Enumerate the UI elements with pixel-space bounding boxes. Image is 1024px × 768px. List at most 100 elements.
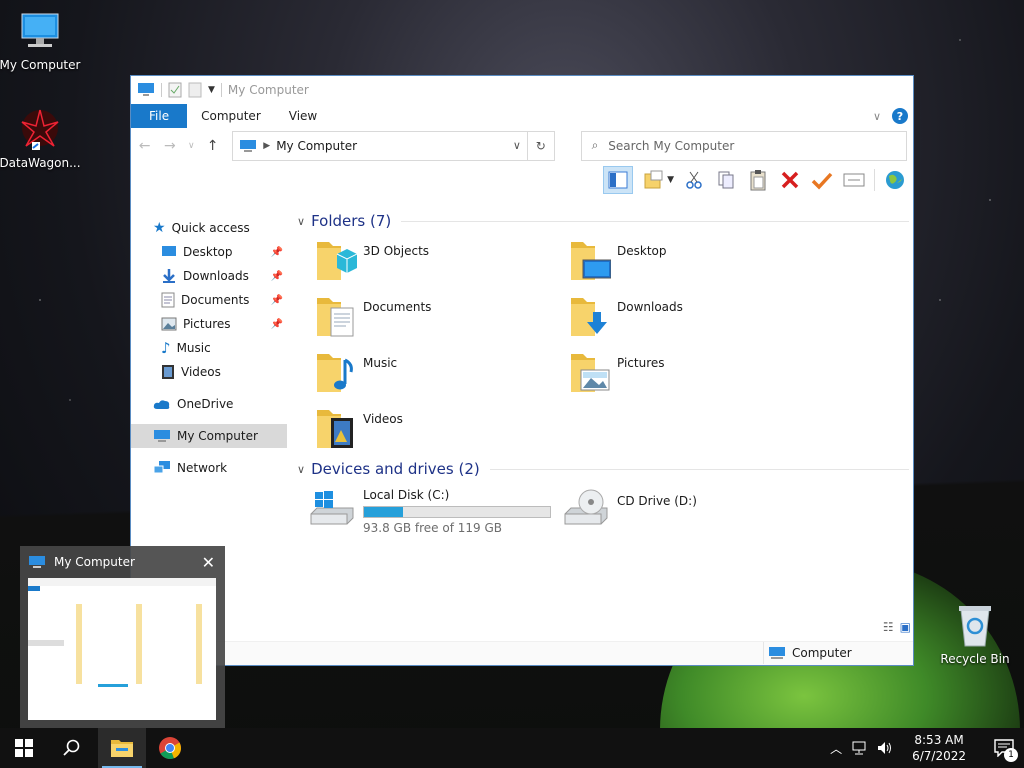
search-input[interactable]: ⌕ Search My Computer bbox=[580, 130, 907, 161]
taskbar-file-explorer[interactable] bbox=[98, 728, 146, 768]
show-hidden-icons-icon[interactable]: ︿ bbox=[830, 740, 842, 757]
chrome-icon bbox=[159, 737, 182, 760]
folder-music[interactable]: Music bbox=[315, 344, 569, 400]
recent-locations-icon[interactable]: ∨ bbox=[187, 141, 195, 151]
group-header-drives[interactable]: ∨ Devices and drives (2) bbox=[291, 458, 909, 480]
rename-icon bbox=[843, 173, 865, 187]
cut-button[interactable] bbox=[682, 168, 706, 192]
desktop-icon-datawagon[interactable]: DataWagon... bbox=[0, 108, 82, 170]
volume-icon[interactable] bbox=[876, 740, 894, 756]
pin-icon[interactable]: 📌 bbox=[271, 295, 283, 306]
mini-drive-bar bbox=[98, 684, 128, 687]
window-title: My Computer bbox=[227, 83, 309, 97]
nav-documents[interactable]: Documents 📌 bbox=[131, 288, 287, 312]
group-header-folders[interactable]: ∨ Folders (7) bbox=[291, 210, 909, 232]
taskbar-thumbnail-preview[interactable]: My Computer ✕ bbox=[20, 546, 225, 728]
refresh-button[interactable]: ↻ bbox=[527, 130, 555, 161]
expand-ribbon-icon[interactable]: ∨ bbox=[873, 110, 881, 123]
network-icon bbox=[153, 461, 170, 474]
nav-label: Quick access bbox=[171, 221, 250, 235]
network-location-button[interactable] bbox=[883, 168, 907, 192]
preview-pane-button[interactable] bbox=[603, 166, 634, 194]
folder-videos[interactable]: Videos bbox=[315, 400, 569, 456]
copy-button[interactable] bbox=[714, 168, 738, 192]
action-center-button[interactable]: 1 bbox=[984, 728, 1024, 768]
up-icon[interactable]: ↑ bbox=[205, 138, 220, 154]
nav-downloads[interactable]: Downloads 📌 bbox=[131, 264, 287, 288]
clock-time: 8:53 AM bbox=[914, 733, 964, 747]
back-icon[interactable]: ← bbox=[137, 138, 152, 154]
desktop-icon-label: Recycle Bin bbox=[940, 652, 1010, 666]
properties-icon[interactable] bbox=[168, 82, 182, 98]
chevron-down-icon[interactable]: ▼ bbox=[208, 85, 215, 95]
pin-icon[interactable]: 📌 bbox=[271, 319, 283, 330]
taskbar-search-button[interactable] bbox=[48, 728, 96, 768]
address-text: My Computer bbox=[276, 138, 358, 153]
recycle-bin-icon bbox=[959, 606, 991, 647]
computer-icon bbox=[138, 83, 154, 96]
desktop-icon-recycle-bin[interactable]: Recycle Bin bbox=[933, 602, 1017, 666]
nav-label: OneDrive bbox=[177, 397, 234, 411]
nav-label: My Computer bbox=[177, 429, 258, 443]
tab-view[interactable]: View bbox=[275, 104, 331, 128]
pin-icon[interactable]: 📌 bbox=[271, 247, 283, 258]
document-icon bbox=[161, 292, 175, 308]
folder-desktop[interactable]: Desktop bbox=[569, 232, 823, 288]
folder-downloads[interactable]: Downloads bbox=[569, 288, 823, 344]
taskbar-chrome[interactable] bbox=[146, 728, 194, 768]
tab-computer[interactable]: Computer bbox=[187, 104, 275, 128]
desktop-icon-label: My Computer bbox=[0, 58, 81, 72]
details-view-icon[interactable]: ☷ bbox=[883, 620, 894, 634]
start-button[interactable] bbox=[0, 728, 48, 768]
search-icon bbox=[63, 739, 80, 756]
nav-quick-access[interactable]: ★ Quick access bbox=[131, 216, 287, 240]
pictures-icon bbox=[161, 317, 177, 331]
pin-icon[interactable]: 📌 bbox=[271, 271, 283, 282]
folder-pictures[interactable]: Pictures bbox=[569, 344, 823, 400]
music-note-icon: ♪ bbox=[161, 339, 171, 357]
breadcrumb-chevron-icon[interactable]: ▶ bbox=[263, 141, 270, 151]
chevron-down-icon[interactable]: ▼ bbox=[667, 175, 674, 185]
command-toolbar: ▼ bbox=[131, 164, 913, 196]
explorer-window: ▼ My Computer File Computer View ∨ ? ← →… bbox=[130, 75, 914, 666]
desktop-icon-my-computer[interactable]: My Computer bbox=[0, 10, 82, 72]
network-status-icon[interactable] bbox=[850, 740, 868, 756]
select-button[interactable] bbox=[810, 168, 834, 192]
star-icon: ★ bbox=[153, 220, 166, 236]
large-icons-view-icon[interactable]: ▣ bbox=[900, 620, 911, 634]
paste-button[interactable] bbox=[746, 168, 770, 192]
nav-my-computer[interactable]: My Computer bbox=[131, 424, 287, 448]
nav-onedrive[interactable]: OneDrive bbox=[131, 392, 287, 416]
cd-drive-icon bbox=[564, 489, 608, 525]
nav-videos[interactable]: Videos bbox=[131, 360, 287, 384]
drive-usage-fill bbox=[364, 507, 404, 517]
close-icon[interactable]: ✕ bbox=[202, 553, 215, 572]
notification-count-badge: 1 bbox=[1004, 748, 1018, 762]
drive-info: Local Disk (C:) 93.8 GB free of 119 GB bbox=[363, 488, 551, 535]
address-bar[interactable]: ▶ My Computer ∨ bbox=[232, 130, 528, 161]
delete-icon bbox=[781, 171, 799, 189]
nav-pictures[interactable]: Pictures 📌 bbox=[131, 312, 287, 336]
onedrive-icon bbox=[153, 400, 170, 409]
help-icon[interactable]: ? bbox=[891, 107, 909, 125]
drive-local-disk-c[interactable]: Local Disk (C:) 93.8 GB free of 119 GB bbox=[309, 480, 563, 536]
preview-pane-icon bbox=[608, 171, 628, 189]
folder-3d-objects[interactable]: 3D Objects bbox=[315, 232, 569, 288]
folder-documents[interactable]: Documents bbox=[315, 288, 569, 344]
new-item-button[interactable] bbox=[641, 168, 665, 192]
nav-music[interactable]: ♪ Music bbox=[131, 336, 287, 360]
tab-file[interactable]: File bbox=[131, 104, 188, 128]
drive-cd-d[interactable]: CD Drive (D:) bbox=[563, 480, 823, 536]
delete-button[interactable] bbox=[778, 168, 802, 192]
globe-icon bbox=[886, 171, 904, 189]
search-icon: ⌕ bbox=[591, 138, 599, 152]
rename-button[interactable] bbox=[842, 168, 866, 192]
clock[interactable]: 8:53 AM 6/7/2022 bbox=[902, 732, 976, 764]
forward-icon[interactable]: → bbox=[162, 138, 177, 154]
nav-desktop[interactable]: Desktop 📌 bbox=[131, 240, 287, 264]
folder-documents-icon bbox=[317, 298, 354, 337]
new-folder-icon[interactable] bbox=[188, 82, 202, 98]
group-divider bbox=[401, 220, 909, 222]
nav-network[interactable]: Network bbox=[131, 456, 287, 480]
address-dropdown-icon[interactable]: ∨ bbox=[513, 139, 521, 152]
